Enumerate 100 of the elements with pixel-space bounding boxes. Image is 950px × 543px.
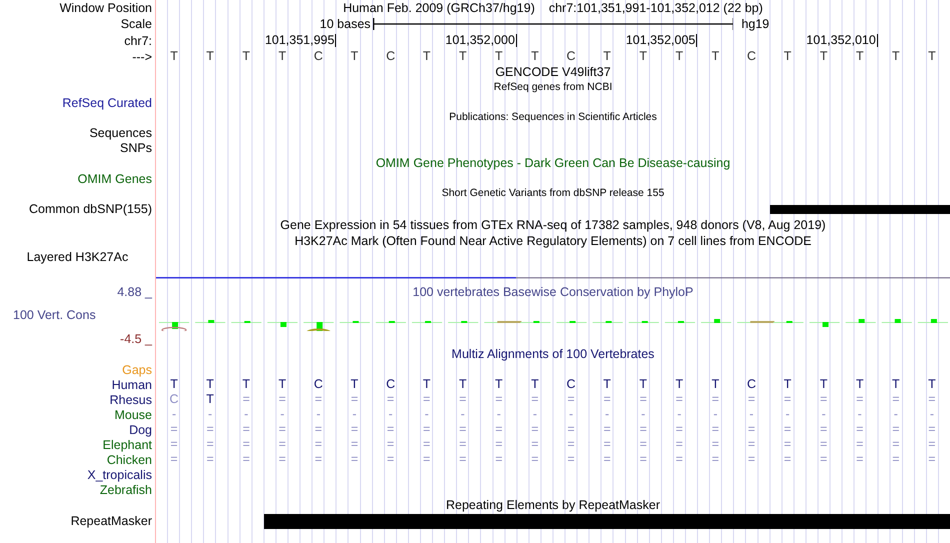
alignment-base: = — [712, 453, 720, 466]
alignment-base: = — [928, 423, 936, 436]
alignment-base: = — [892, 393, 900, 406]
track-label: Dog — [129, 422, 152, 436]
alignment-base: T — [458, 378, 467, 391]
alignment-base: = — [242, 423, 250, 436]
alignment-base: = — [712, 393, 720, 406]
alignment-base: - — [930, 408, 934, 421]
base-letter: T — [531, 50, 539, 63]
alignment-base: = — [206, 453, 214, 466]
alignment-base: - — [352, 408, 357, 421]
alignment-base: = — [423, 438, 430, 451]
alignment-base: - — [713, 408, 718, 421]
alignment-base: = — [278, 423, 286, 436]
track-label: Window Position — [60, 1, 152, 15]
track-title: Multiz Alignments of 100 Vertebrates — [452, 347, 654, 361]
ruler-tick: 101,351,995 — [264, 34, 336, 47]
track-title: Repeating Elements by RepeatMasker — [446, 498, 660, 512]
alignment-base: - — [172, 408, 176, 421]
alignment-base: - — [641, 408, 646, 421]
alignment-base: = — [712, 423, 720, 436]
alignment-base: = — [531, 423, 539, 436]
alignment-base: = — [676, 438, 683, 451]
alignment-base: = — [820, 393, 828, 406]
track-label: chr7: — [124, 34, 152, 48]
alignment-base: T — [892, 378, 900, 391]
track-label: Rhesus — [110, 392, 152, 406]
track-label: Scale — [120, 17, 152, 31]
alignment-base: T — [278, 378, 286, 391]
alignment-base: = — [748, 453, 756, 466]
ruler-tick: 101,352,005 — [626, 34, 698, 47]
alignment-base: = — [928, 453, 936, 466]
alignment-base: C — [314, 378, 323, 391]
alignment-base: = — [278, 393, 286, 406]
alignment-base: = — [856, 438, 864, 451]
base-letter: T — [928, 50, 936, 63]
alignment-base: T — [242, 378, 250, 391]
track-label: Gaps — [122, 362, 152, 376]
alignment-base: = — [640, 453, 647, 466]
alignment-base: = — [603, 423, 611, 436]
scale-text: 10 bases — [320, 17, 371, 31]
alignment-base: = — [892, 423, 900, 436]
alignment-base: = — [459, 393, 466, 406]
track-title: 100 vertebrates Basewise Conservation by PhyloP — [412, 284, 694, 298]
alignment-base: = — [170, 423, 178, 436]
track-label: Mouse — [114, 408, 152, 422]
alignment-base: - — [460, 408, 465, 421]
alignment-base: = — [640, 393, 647, 406]
alignment-base: = — [495, 438, 503, 451]
track-label: -4.5 _ — [120, 332, 152, 346]
track-title: H3K27Ac Mark (Often Found Near Active Regulatory Elements) on 7 cell lines from ENCODE — [294, 234, 812, 248]
alignment-base: = — [676, 393, 683, 406]
alignment-base: T — [531, 378, 539, 391]
alignment-base: = — [567, 438, 575, 451]
alignment-base: = — [784, 453, 792, 466]
alignment-base: T — [206, 378, 214, 391]
alignment-base: = — [892, 453, 900, 466]
alignment-base: = — [206, 423, 214, 436]
base-letter: C — [746, 50, 756, 63]
alignment-base: T — [675, 378, 684, 391]
track-label: Layered H3K27Ac — [26, 250, 128, 264]
track-title: Publications: Sequences in Scientific Articles — [449, 111, 657, 124]
alignment-base: = — [676, 453, 683, 466]
track-label: 4.88 _ — [117, 284, 152, 298]
alignment-base: = — [567, 453, 575, 466]
alignment-base: T — [856, 378, 864, 391]
alignment-base: - — [785, 408, 790, 421]
alignment-base: - — [496, 408, 501, 421]
alignment-base: = — [603, 453, 611, 466]
base-letter: T — [422, 50, 430, 63]
alignment-base: T — [350, 378, 358, 391]
alignment-base: = — [242, 438, 250, 451]
alignment-base: - — [749, 408, 754, 421]
track-label: SNPs — [120, 140, 152, 154]
alignment-base: T — [206, 393, 214, 406]
alignment-base: = — [350, 423, 358, 436]
alignment-base: - — [388, 408, 393, 421]
track-label: Common dbSNP(155) — [29, 202, 152, 216]
alignment-base: T — [784, 378, 792, 391]
alignment-base: - — [532, 408, 538, 421]
alignment-base: = — [892, 438, 900, 451]
alignment-base: - — [568, 408, 574, 421]
base-letter: T — [495, 50, 503, 63]
alignment-base: = — [386, 423, 394, 436]
alignment-base: - — [208, 408, 212, 421]
alignment-base: T — [712, 378, 720, 391]
alignment-base: T — [928, 378, 936, 391]
alignment-base: = — [748, 438, 756, 451]
alignment-base: = — [423, 393, 430, 406]
track-label: Elephant — [102, 438, 152, 452]
alignment-base: = — [856, 393, 864, 406]
alignment-base: - — [605, 408, 610, 421]
alignment-base: = — [314, 453, 322, 466]
alignment-base: T — [170, 378, 178, 391]
base-letter: T — [206, 50, 214, 63]
track-label: RefSeq Curated — [62, 96, 152, 110]
alignment-base: = — [820, 423, 828, 436]
alignment-base: = — [676, 423, 683, 436]
track-label: Sequences — [89, 126, 152, 140]
alignment-base: = — [784, 438, 792, 451]
